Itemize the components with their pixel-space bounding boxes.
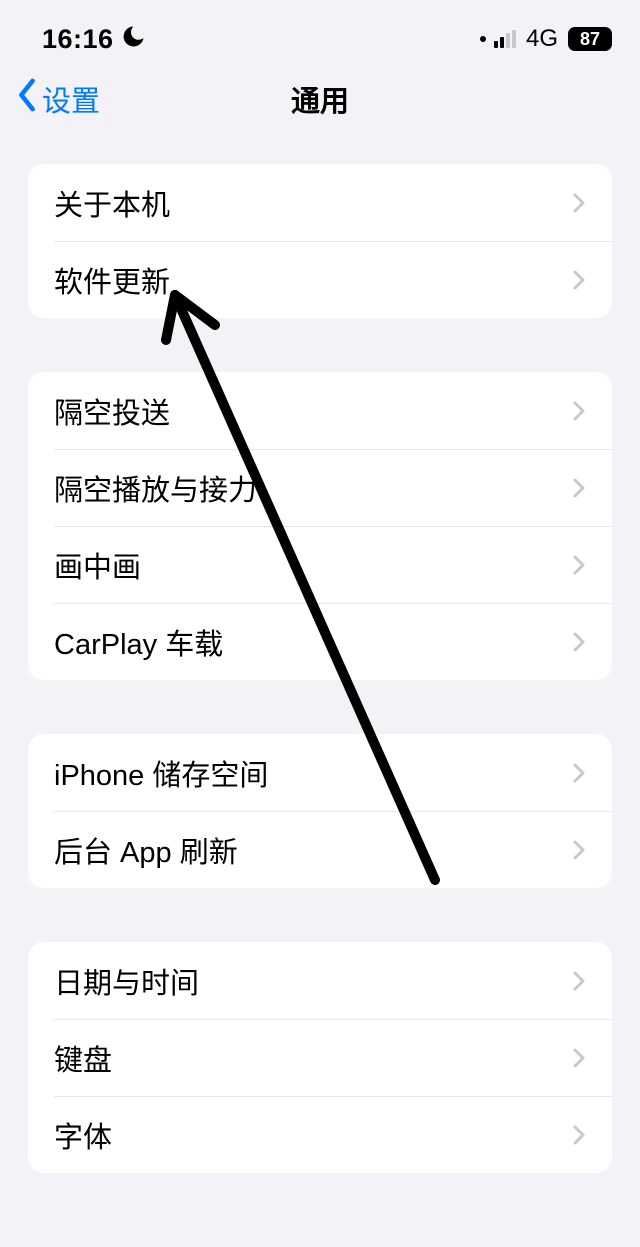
chevron-right-icon: [572, 268, 586, 292]
chevron-right-icon: [572, 553, 586, 577]
row-label: 关于本机: [54, 182, 170, 224]
chevron-right-icon: [572, 476, 586, 500]
row-fonts[interactable]: 字体: [28, 1096, 612, 1173]
settings-group: 日期与时间 键盘 字体: [28, 942, 612, 1173]
cellular-signal-icon: [494, 30, 516, 48]
row-label: CarPlay 车载: [54, 621, 223, 663]
chevron-right-icon: [572, 838, 586, 862]
status-bar: 16:16 4G 87: [0, 0, 640, 64]
battery-icon: 87: [568, 27, 612, 51]
row-label: 键盘: [54, 1037, 112, 1079]
chevron-right-icon: [572, 761, 586, 785]
content: 关于本机 软件更新 隔空投送 隔空播放与接力 画中画: [0, 134, 640, 1173]
row-label: 字体: [54, 1114, 112, 1156]
battery-level: 87: [580, 29, 600, 50]
row-keyboard[interactable]: 键盘: [28, 1019, 612, 1096]
row-label: 隔空播放与接力: [54, 467, 257, 509]
row-picture-in-picture[interactable]: 画中画: [28, 526, 612, 603]
page-title: 通用: [291, 78, 349, 120]
chevron-right-icon: [572, 191, 586, 215]
row-background-app-refresh[interactable]: 后台 App 刷新: [28, 811, 612, 888]
chevron-left-icon: [16, 78, 38, 121]
settings-group: 关于本机 软件更新: [28, 164, 612, 318]
row-airplay-handoff[interactable]: 隔空播放与接力: [28, 449, 612, 526]
nav-header: 设置 通用: [0, 64, 640, 134]
status-right: 4G 87: [480, 25, 612, 53]
row-carplay[interactable]: CarPlay 车载: [28, 603, 612, 680]
row-iphone-storage[interactable]: iPhone 储存空间: [28, 734, 612, 811]
row-date-time[interactable]: 日期与时间: [28, 942, 612, 1019]
chevron-right-icon: [572, 399, 586, 423]
settings-group: iPhone 储存空间 后台 App 刷新: [28, 734, 612, 888]
chevron-right-icon: [572, 969, 586, 993]
status-left: 16:16: [42, 24, 146, 55]
chevron-right-icon: [572, 1046, 586, 1070]
row-label: iPhone 储存空间: [54, 752, 268, 794]
row-label: 隔空投送: [54, 390, 170, 432]
chevron-right-icon: [572, 630, 586, 654]
back-button[interactable]: 设置: [16, 78, 100, 121]
row-label: 日期与时间: [54, 960, 199, 1002]
row-software-update[interactable]: 软件更新: [28, 241, 612, 318]
row-label: 画中画: [54, 544, 141, 586]
signal-dot-icon: [480, 36, 486, 42]
row-label: 后台 App 刷新: [54, 829, 238, 871]
do-not-disturb-icon: [122, 24, 146, 54]
settings-group: 隔空投送 隔空播放与接力 画中画 CarPlay 车载: [28, 372, 612, 680]
chevron-right-icon: [572, 1123, 586, 1147]
back-label: 设置: [42, 78, 100, 120]
row-about[interactable]: 关于本机: [28, 164, 612, 241]
status-time: 16:16: [42, 24, 114, 55]
row-label: 软件更新: [54, 259, 170, 301]
row-airdrop[interactable]: 隔空投送: [28, 372, 612, 449]
network-type: 4G: [526, 25, 558, 53]
